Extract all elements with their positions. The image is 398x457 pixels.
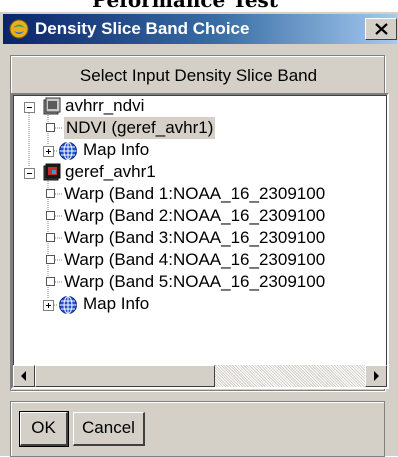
band-tree[interactable]: avhrr_ndvi NDVI (geref_avhr1) Map Info g… bbox=[11, 93, 389, 389]
tree-node-mapinfo[interactable]: Map Info bbox=[83, 293, 149, 315]
horizontal-scrollbar[interactable] bbox=[13, 365, 387, 387]
band-icon bbox=[46, 189, 55, 198]
window-title: Density Slice Band Choice bbox=[35, 19, 250, 38]
scroll-right-icon bbox=[374, 371, 379, 381]
band-icon bbox=[46, 277, 55, 286]
scroll-left-button[interactable] bbox=[13, 365, 35, 387]
expand-toggle[interactable] bbox=[43, 146, 54, 157]
tree-node-band[interactable]: Warp (Band 1:NOAA_16_2309100 bbox=[64, 183, 325, 205]
top-strip-text: Peformance Test bbox=[92, 0, 279, 12]
band-icon bbox=[46, 123, 55, 132]
tree-node-band[interactable]: Warp (Band 4:NOAA_16_2309100 bbox=[64, 249, 325, 271]
scroll-right-button[interactable] bbox=[365, 365, 387, 387]
globe-icon bbox=[59, 142, 77, 160]
app-icon bbox=[9, 19, 29, 39]
top-strip: Peformance Test bbox=[0, 0, 398, 12]
cancel-button[interactable]: Cancel bbox=[73, 412, 145, 446]
band-icon bbox=[46, 233, 55, 242]
ok-button[interactable]: OK bbox=[19, 411, 69, 447]
tree-node-band[interactable]: Warp (Band 5:NOAA_16_2309100 bbox=[64, 271, 325, 293]
globe-icon bbox=[59, 296, 77, 314]
band-icon bbox=[46, 255, 55, 264]
raster-file-icon bbox=[43, 163, 61, 181]
tree-node-band[interactable]: Warp (Band 2:NOAA_16_2309100 bbox=[64, 205, 325, 227]
band-icon bbox=[46, 211, 55, 220]
tree-node-file[interactable]: geref_avhr1 bbox=[65, 161, 156, 183]
close-button[interactable] bbox=[365, 18, 397, 40]
close-icon bbox=[375, 23, 388, 35]
tree-node-band-selected[interactable]: NDVI (geref_avhr1) bbox=[64, 117, 216, 139]
raster-file-icon bbox=[43, 97, 61, 115]
collapse-toggle[interactable] bbox=[24, 168, 35, 179]
tree-node-mapinfo[interactable]: Map Info bbox=[83, 139, 149, 161]
tree-node-band[interactable]: Warp (Band 3:NOAA_16_2309100 bbox=[64, 227, 325, 249]
scroll-thumb[interactable] bbox=[35, 365, 215, 387]
group-label: Select Input Density Slice Band bbox=[79, 66, 318, 85]
expand-toggle[interactable] bbox=[43, 300, 54, 311]
dialog-window: Density Slice Band Choice Select Input D… bbox=[0, 12, 398, 457]
button-bar: OK Cancel bbox=[10, 401, 385, 457]
title-bar[interactable]: Density Slice Band Choice bbox=[3, 14, 397, 44]
collapse-toggle[interactable] bbox=[24, 102, 35, 113]
tree-node-file[interactable]: avhrr_ndvi bbox=[65, 95, 144, 117]
scroll-left-icon bbox=[21, 371, 26, 381]
